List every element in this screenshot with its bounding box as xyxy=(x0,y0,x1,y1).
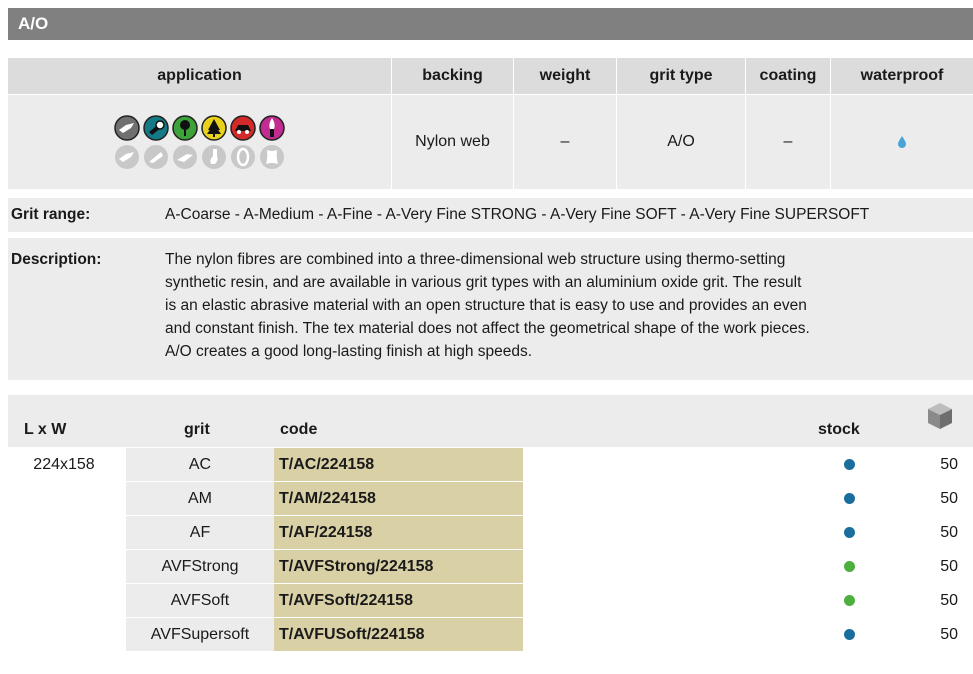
qty-cell: 50 xyxy=(940,524,958,541)
car-icon xyxy=(230,114,256,141)
lw-cell: 224x158 xyxy=(33,456,95,473)
description-row: Description: The nylon fibres are combin… xyxy=(8,238,973,380)
stock-status-dot xyxy=(844,527,855,538)
section-title: A/O xyxy=(8,8,973,40)
spec-header-row: application backing weight grit type coa… xyxy=(8,58,973,94)
box-icon xyxy=(928,403,952,429)
stock-cell xyxy=(523,448,973,481)
code-cell: T/AVFSoft/224158 xyxy=(274,584,523,617)
grit-range-label: Grit range: xyxy=(11,206,91,223)
product-table: L x W grit code stock 224x158 AC T/AC/22… xyxy=(8,395,973,651)
water-drop-icon xyxy=(898,136,906,148)
stock-status-dot xyxy=(844,629,855,640)
pipe-icon xyxy=(143,114,169,141)
description-line: is an elastic abrasive material with an … xyxy=(165,297,807,314)
table-row: 224x158 AC T/AC/224158 50 xyxy=(8,448,973,481)
disc-icon xyxy=(231,144,255,169)
stock-cell xyxy=(523,516,973,549)
spec-table: application backing weight grit type coa… xyxy=(8,58,973,189)
grit-cell: AC xyxy=(126,448,274,481)
description-text: The nylon fibres are combined into a thr… xyxy=(165,238,818,380)
header-coating: coating xyxy=(746,58,831,94)
table-row: AVFSoft T/AVFSoft/224158 50 xyxy=(8,584,973,617)
description-line: The nylon fibres are combined into a thr… xyxy=(165,251,786,268)
code-cell: T/AVFUSoft/224158 xyxy=(274,618,523,651)
grit-range-value: A-Coarse - A-Medium - A-Fine - A-Very Fi… xyxy=(165,206,870,223)
header-lw: L x W xyxy=(24,421,67,438)
lw-cell xyxy=(8,550,120,583)
qty-cell: 50 xyxy=(940,490,958,507)
stock-status-dot xyxy=(844,561,855,572)
backing-value: Nylon web xyxy=(392,95,514,189)
grit-cell: AVFSoft xyxy=(126,584,274,617)
product-header-row: L x W grit code stock xyxy=(8,395,973,447)
wood-icon xyxy=(172,114,198,141)
grit-cell: AM xyxy=(126,482,274,515)
table-row: AM T/AM/224158 50 xyxy=(8,482,973,515)
description-line: synthetic resin, and are available in va… xyxy=(165,274,802,291)
stock-status-dot xyxy=(844,595,855,606)
table-row: AVFSupersoft T/AVFUSoft/224158 50 xyxy=(8,618,973,651)
tree-icon xyxy=(201,114,227,141)
qty-cell: 50 xyxy=(940,456,958,473)
header-backing: backing xyxy=(392,58,514,94)
filler-icon xyxy=(202,144,226,169)
application-icons xyxy=(8,95,392,189)
paint-brush-icon xyxy=(259,114,285,141)
leather-icon xyxy=(260,144,284,169)
description-label: Description: xyxy=(11,251,102,268)
stock-cell xyxy=(523,618,973,651)
grit-cell: AVFSupersoft xyxy=(126,618,274,651)
grit-range-row: Grit range: A-Coarse - A-Medium - A-Fine… xyxy=(8,198,973,232)
header-stock: stock xyxy=(818,421,860,438)
table-row: AVFStrong T/AVFStrong/224158 50 xyxy=(8,550,973,583)
stock-status-dot xyxy=(844,459,855,470)
spec-value-row: Nylon web – A/O – xyxy=(8,95,973,189)
metal-icon xyxy=(114,114,140,141)
code-cell: T/AVFStrong/224158 xyxy=(274,550,523,583)
description-line: A/O creates a good long-lasting finish a… xyxy=(165,343,533,360)
coating-value: – xyxy=(746,95,831,189)
stock-cell xyxy=(523,584,973,617)
code-cell: T/AM/224158 xyxy=(274,482,523,515)
grit-cell: AF xyxy=(126,516,274,549)
qty-cell: 50 xyxy=(940,626,958,643)
qty-cell: 50 xyxy=(940,558,958,575)
lw-cell xyxy=(8,584,120,617)
grit-type-value: A/O xyxy=(617,95,746,189)
lw-cell xyxy=(8,618,120,651)
code-cell: T/AF/224158 xyxy=(274,516,523,549)
lw-cell xyxy=(8,516,120,549)
stone-icon xyxy=(173,144,197,169)
table-row: AF T/AF/224158 50 xyxy=(8,516,973,549)
stock-status-dot xyxy=(844,493,855,504)
composite-icon xyxy=(144,144,168,169)
stock-cell xyxy=(523,482,973,515)
header-grit: grit xyxy=(184,421,210,438)
header-weight: weight xyxy=(514,58,617,94)
code-cell: T/AC/224158 xyxy=(274,448,523,481)
waterproof-value xyxy=(831,95,973,189)
qty-cell: 50 xyxy=(940,592,958,609)
grit-cell: AVFStrong xyxy=(126,550,274,583)
weight-value: – xyxy=(514,95,617,189)
header-code: code xyxy=(280,421,318,438)
lw-cell xyxy=(8,482,120,515)
description-line: and constant finish. The tex material do… xyxy=(165,320,810,337)
stainless-icon xyxy=(115,144,139,169)
stock-cell xyxy=(523,550,973,583)
header-grit-type: grit type xyxy=(617,58,746,94)
header-waterproof: waterproof xyxy=(860,67,944,84)
header-application: application xyxy=(8,58,392,94)
